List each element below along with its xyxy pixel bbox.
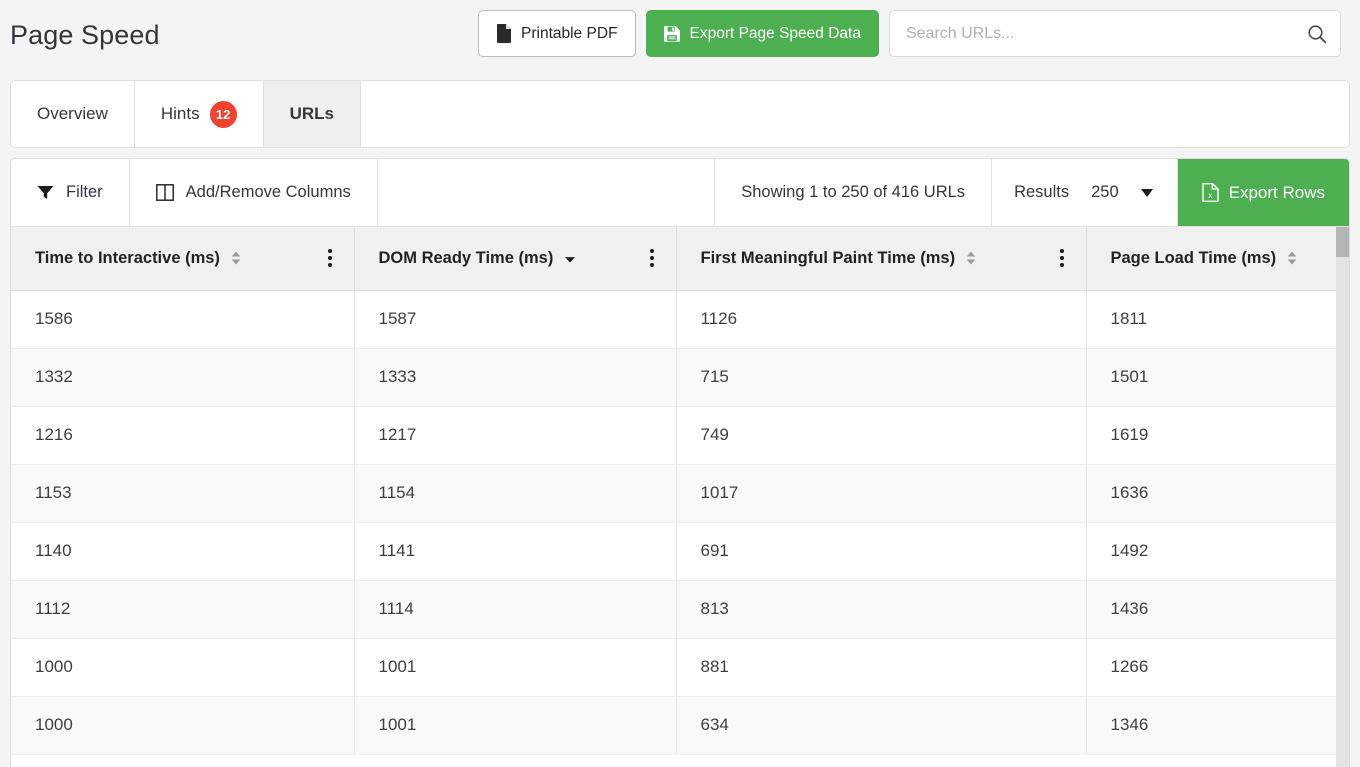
table-cell: 1333: [354, 348, 677, 407]
table-row[interactable]: 1153 1154 1017 1636: [11, 464, 1349, 523]
columns-icon: [155, 184, 174, 201]
tab-bar: Overview Hints 12 URLs: [10, 80, 1350, 148]
table-cell: 1140: [11, 522, 355, 581]
table-scrollbar-thumb[interactable]: [1336, 227, 1349, 257]
table-row[interactable]: 1000 1001 634 1346: [11, 696, 1349, 755]
sort-none-icon[interactable]: [965, 250, 977, 266]
search-input[interactable]: [888, 10, 1341, 57]
add-remove-columns-label: Add/Remove Columns: [185, 183, 351, 201]
export-page-speed-data-button[interactable]: Export Page Speed Data: [646, 10, 879, 57]
column-header-time-to-interactive[interactable]: Time to Interactive (ms): [11, 227, 355, 291]
table-scroll-area: Time to Interactive (ms) DOM Ready Time …: [11, 227, 1349, 767]
column-header-label: DOM Ready Time (ms): [378, 248, 554, 267]
add-remove-columns-button[interactable]: Add/Remove Columns: [130, 159, 378, 226]
sort-none-icon[interactable]: [230, 250, 242, 266]
table-cell: 813: [676, 580, 1087, 639]
table-cell: 1000: [11, 696, 355, 755]
page-title: Page Speed: [10, 19, 160, 50]
table-cell: 1001: [354, 696, 677, 755]
table-cell: 1141: [354, 522, 677, 581]
table-cell: 1153: [11, 464, 355, 523]
chevron-down-icon: [1140, 188, 1153, 197]
table-row[interactable]: 1332 1333 715 1501: [11, 348, 1349, 407]
tab-hints-label: Hints: [160, 104, 200, 123]
table-row[interactable]: 1000 1001 881 1266: [11, 638, 1349, 697]
tab-urls[interactable]: URLs: [263, 81, 361, 147]
table-cell: 1001: [354, 638, 677, 697]
printable-pdf-button[interactable]: Printable PDF: [478, 10, 637, 57]
file-excel-icon: x: [1201, 183, 1219, 202]
table-cell: 1811: [1086, 290, 1349, 349]
table-header-row: Time to Interactive (ms) DOM Ready Time …: [11, 227, 1349, 291]
showing-range-label: Showing 1 to 250 of 416 URLs: [715, 159, 993, 226]
header-actions: Printable PDF Export Page Speed Data: [478, 10, 1341, 57]
results-value: 250: [1091, 183, 1119, 201]
table-row[interactable]: 1586 1587 1126 1811: [11, 290, 1349, 349]
svg-text:x: x: [1208, 191, 1212, 200]
table-row[interactable]: 1112 1114 813 1436: [11, 580, 1349, 639]
table-row[interactable]: 1216 1217 749 1619: [11, 406, 1349, 465]
table-cell: 1586: [11, 290, 355, 349]
column-menu-icon[interactable]: [322, 245, 338, 271]
table-cell: 1217: [354, 406, 677, 465]
table-cell: 1501: [1086, 348, 1349, 407]
export-rows-button[interactable]: x Export Rows: [1177, 159, 1349, 226]
table-cell: 634: [676, 696, 1087, 755]
column-header-first-meaningful-paint-time[interactable]: First Meaningful Paint Time (ms): [676, 227, 1087, 291]
tab-bar-filler: [361, 81, 1349, 147]
table-cell: 1112: [11, 580, 355, 639]
table-cell: 1000: [11, 638, 355, 697]
table-cell: 1636: [1086, 464, 1349, 523]
file-pdf-icon: [497, 24, 512, 43]
filter-label: Filter: [66, 183, 103, 201]
tab-overview[interactable]: Overview: [11, 81, 135, 147]
table-toolbar: Filter Add/Remove Columns Showing 1 to 2…: [11, 159, 1349, 227]
filter-button[interactable]: Filter: [11, 159, 130, 226]
table-cell: 881: [676, 638, 1087, 697]
sort-desc-icon[interactable]: [563, 250, 577, 266]
table-cell: 715: [676, 348, 1087, 407]
column-header-dom-ready-time[interactable]: DOM Ready Time (ms): [354, 227, 677, 291]
toolbar-spacer: [378, 159, 716, 226]
page-header: Page Speed Printable PDF Export Page Spe…: [0, 0, 1360, 70]
urls-data-table: Time to Interactive (ms) DOM Ready Time …: [11, 227, 1349, 755]
table-cell: 1126: [676, 290, 1087, 349]
column-header-label: First Meaningful Paint Time (ms): [700, 248, 956, 267]
hints-count-badge: 12: [209, 100, 237, 128]
table-vertical-scrollbar[interactable]: [1336, 227, 1349, 767]
table-body: 1586 1587 1126 1811 1332 1333 715 1501 1216 1217 7…: [11, 290, 1349, 755]
table-cell: 691: [676, 522, 1087, 581]
table-cell: 749: [676, 406, 1087, 465]
table-cell: 1346: [1086, 696, 1349, 755]
export-rows-label: Export Rows: [1228, 182, 1325, 202]
column-header-label: Page Load Time (ms): [1110, 248, 1277, 267]
sort-none-icon[interactable]: [1286, 250, 1298, 266]
table-cell: 1017: [676, 464, 1087, 523]
export-page-speed-data-label: Export Page Speed Data: [689, 24, 861, 42]
results-per-page-select[interactable]: Results 250: [992, 159, 1178, 226]
tab-overview-label: Overview: [37, 104, 108, 123]
table-row[interactable]: 1140 1141 691 1492: [11, 522, 1349, 581]
table-cell: 1436: [1086, 580, 1349, 639]
save-floppy-icon: [664, 25, 681, 42]
printable-pdf-label: Printable PDF: [521, 24, 618, 42]
table-cell: 1114: [354, 580, 677, 639]
column-menu-icon[interactable]: [644, 245, 660, 271]
column-header-page-load-time[interactable]: Page Load Time (ms): [1086, 227, 1349, 291]
table-cell: 1216: [11, 406, 355, 465]
table-cell: 1332: [11, 348, 355, 407]
table-cell: 1492: [1086, 522, 1349, 581]
column-header-label: Time to Interactive (ms): [35, 248, 220, 267]
tab-urls-label: URLs: [289, 104, 334, 123]
results-label: Results: [1014, 183, 1070, 201]
tab-hints[interactable]: Hints 12: [134, 81, 264, 147]
search-urls-container: [888, 10, 1341, 57]
table-cell: 1587: [354, 290, 677, 349]
table-cell: 1266: [1086, 638, 1349, 697]
column-menu-icon[interactable]: [1054, 245, 1070, 271]
urls-table-card: Filter Add/Remove Columns Showing 1 to 2…: [10, 158, 1350, 767]
filter-icon: [37, 185, 54, 200]
table-cell: 1619: [1086, 406, 1349, 465]
table-cell: 1154: [354, 464, 677, 523]
